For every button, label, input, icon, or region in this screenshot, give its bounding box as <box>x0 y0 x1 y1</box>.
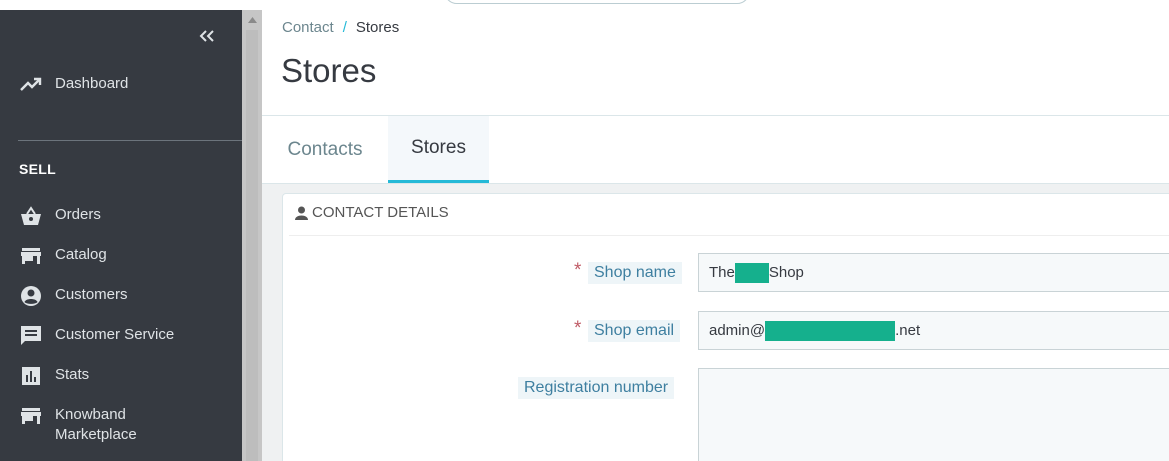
search-bar[interactable] <box>444 0 750 4</box>
collapse-sidebar-button[interactable] <box>194 24 220 48</box>
required-marker: * <box>574 318 582 339</box>
breadcrumb-current: Stores <box>355 19 400 36</box>
shop-email-value-prefix: admin@ <box>709 322 766 339</box>
shop-name-value-prefix: The <box>709 264 735 281</box>
tab-stores[interactable]: Stores <box>388 116 489 183</box>
store-icon <box>20 245 42 267</box>
bar-chart-icon <box>20 365 42 387</box>
panel-heading: CONTACT DETAILS <box>295 204 449 221</box>
scroll-up-button[interactable] <box>246 14 258 26</box>
sidebar-item-dashboard[interactable]: Dashboard <box>0 74 242 96</box>
sidebar-divider <box>18 140 242 141</box>
triangle-up-icon <box>247 17 257 23</box>
double-chevron-left-icon <box>199 30 214 42</box>
scrollbar-thumb[interactable] <box>246 30 258 461</box>
redaction-block <box>765 320 896 341</box>
required-marker: * <box>574 260 582 281</box>
sidebar-item-catalog[interactable]: Catalog <box>0 245 242 267</box>
registration-number-textarea[interactable] <box>698 368 1169 461</box>
shop-email-value-suffix: .net <box>895 322 921 339</box>
chat-icon <box>20 325 42 347</box>
breadcrumb-link-contact[interactable]: Contact <box>282 19 334 36</box>
sidebar-item-label: Dashboard <box>55 75 129 92</box>
sidebar-item-customers[interactable]: Customers <box>0 285 242 307</box>
store-icon <box>20 405 42 427</box>
shop-email-label: Shop email <box>588 320 681 342</box>
tab-contacts[interactable]: Contacts <box>262 116 388 183</box>
top-strip <box>0 0 262 10</box>
user-icon <box>295 206 308 220</box>
sidebar-item-label: Knowband Marketplace <box>55 406 137 443</box>
sidebar-item-label: Customer Service <box>55 326 175 343</box>
page-title: Stores <box>281 52 377 89</box>
sidebar-item-stats[interactable]: Stats <box>0 365 242 387</box>
basket-icon <box>20 205 42 227</box>
panel-heading-text: CONTACT DETAILS <box>312 204 449 221</box>
sidebar-item-label: Catalog <box>55 246 107 263</box>
shop-name-input[interactable]: The Shop <box>698 253 1169 292</box>
sidebar-item-label: Stats <box>55 366 90 383</box>
sidebar-section-sell: SELL <box>19 161 56 177</box>
sidebar-item-customer-service[interactable]: Customer Service <box>0 325 242 347</box>
redaction-block <box>734 262 769 283</box>
shop-name-value-suffix: Shop <box>768 264 804 281</box>
panel-divider <box>289 235 1169 236</box>
shop-email-input[interactable]: admin@ .net <box>698 311 1169 350</box>
breadcrumb: Contact / Stores <box>282 19 399 36</box>
sidebar: Dashboard SELL Orders Catalog Customers … <box>0 10 242 461</box>
sidebar-item-label: Orders <box>55 206 101 223</box>
registration-number-label: Registration number <box>518 377 675 399</box>
sidebar-item-orders[interactable]: Orders <box>0 205 242 227</box>
account-circle-icon <box>20 285 42 307</box>
breadcrumb-separator: / <box>342 19 347 36</box>
tab-bar: Contacts Stores <box>262 116 1169 184</box>
sidebar-item-knowband-marketplace[interactable]: Knowband Marketplace <box>0 405 242 447</box>
sidebar-item-label: Customers <box>55 286 128 303</box>
trending-up-icon <box>20 74 42 96</box>
page-header: Contact / Stores Stores <box>262 0 1169 116</box>
shop-name-label: Shop name <box>588 262 682 284</box>
